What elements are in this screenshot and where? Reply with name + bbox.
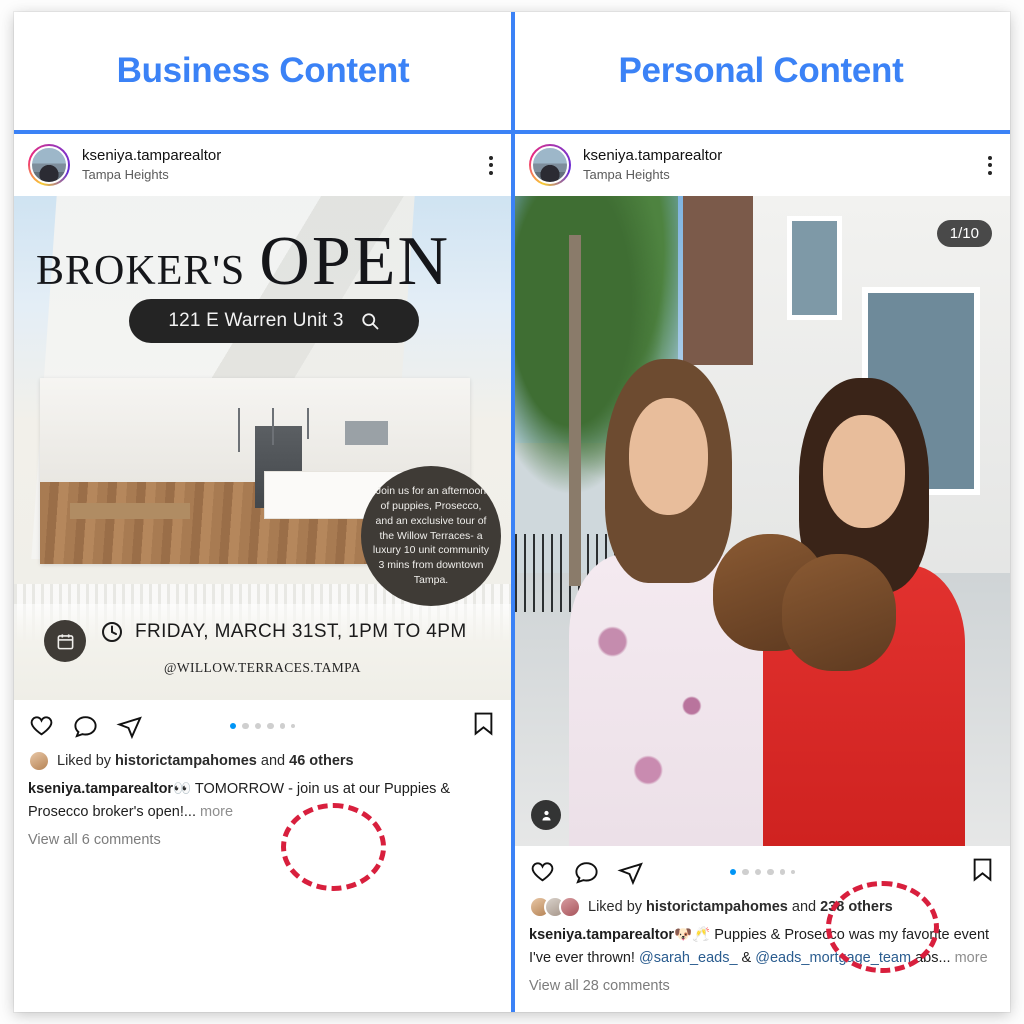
- business-post-column: kseniya.tamparealtor Tampa Heights BROKE…: [14, 134, 511, 1012]
- left-caption-username[interactable]: kseniya.tamparealtor: [28, 781, 173, 797]
- left-liker-avatars: [28, 750, 50, 772]
- left-action-bar: [14, 700, 511, 748]
- left-username[interactable]: kseniya.tamparealtor: [82, 147, 221, 166]
- heart-icon[interactable]: [529, 859, 556, 886]
- right-likes-text: Liked by historictampahomes and 238 othe…: [588, 899, 893, 915]
- avatar[interactable]: [529, 144, 571, 186]
- right-post-media[interactable]: 1/10: [515, 196, 1010, 846]
- left-location[interactable]: Tampa Heights: [82, 167, 221, 183]
- bookmark-icon[interactable]: [969, 856, 996, 883]
- right-caption-mention-2[interactable]: @eads_mortgage_team: [755, 950, 911, 966]
- person-tag-icon[interactable]: [531, 800, 561, 830]
- carousel-dot-active: [229, 722, 237, 730]
- liker-avatar: [28, 750, 50, 772]
- left-post-header: kseniya.tamparealtor Tampa Heights: [14, 134, 511, 196]
- right-likes-prefix: Liked by: [588, 899, 647, 915]
- left-likes-others[interactable]: 46 others: [289, 753, 353, 769]
- left-likes-joiner: and: [256, 753, 290, 769]
- personal-post-column: kseniya.tamparealtor Tampa Heights 1/10 …: [515, 134, 1010, 1012]
- clock-icon: [102, 622, 122, 642]
- right-view-comments-link[interactable]: View all 28 comments: [515, 971, 1010, 994]
- left-likes-prefix: Liked by: [57, 753, 116, 769]
- bookmark-icon[interactable]: [470, 710, 497, 737]
- right-caption: kseniya.tamparealtor🐶🥂 Puppies & Prosecc…: [515, 918, 1010, 971]
- left-likes-account[interactable]: historictampahomes: [115, 753, 257, 769]
- flyer-bottom-strip: [14, 604, 511, 700]
- flyer-address-pill: 121 E Warren Unit 3: [129, 299, 419, 343]
- right-likes-row: Liked by historictampahomes and 238 othe…: [515, 894, 1010, 918]
- right-caption-username[interactable]: kseniya.tamparealtor: [529, 927, 674, 943]
- right-caption-emoji: 🐶🥂: [674, 927, 711, 943]
- right-caption-tail: abs...: [911, 950, 951, 967]
- comment-bubble-icon[interactable]: [573, 859, 600, 886]
- right-liker-avatars: [529, 896, 581, 918]
- right-likes-others[interactable]: 238 others: [820, 899, 893, 915]
- right-post-header: kseniya.tamparealtor Tampa Heights: [515, 134, 1010, 196]
- left-post-media[interactable]: BROKER'S OPEN 121 E Warren Unit 3 Join u…: [14, 196, 511, 700]
- right-caption-ampersand: &: [737, 950, 756, 967]
- right-username[interactable]: kseniya.tamparealtor: [583, 147, 722, 166]
- flyer-datetime-text: FRIDAY, MARCH 31ST, 1PM TO 4PM: [135, 621, 467, 642]
- business-content-title: Business Content: [116, 51, 410, 90]
- left-caption-emoji: 👀: [173, 781, 192, 797]
- header-vertical-divider: [511, 12, 515, 130]
- right-caption-mention-1[interactable]: @sarah_eads_: [639, 950, 738, 966]
- more-options-icon[interactable]: [988, 155, 996, 175]
- right-caption-more[interactable]: more: [951, 950, 988, 966]
- right-likes-account[interactable]: historictampahomes: [646, 899, 788, 915]
- right-action-bar: [515, 846, 1010, 894]
- liker-avatar: [559, 896, 581, 918]
- flyer-address-text: 121 E Warren Unit 3: [168, 310, 344, 331]
- avatar[interactable]: [28, 144, 70, 186]
- right-likes-joiner: and: [787, 899, 821, 915]
- right-account-names: kseniya.tamparealtor Tampa Heights: [583, 147, 722, 184]
- profile-photo-icon: [531, 146, 569, 184]
- comparison-card: Business Content Personal Content kseniy…: [14, 12, 1010, 1012]
- left-account-names: kseniya.tamparealtor Tampa Heights: [82, 147, 221, 184]
- puppy-right: [782, 553, 897, 671]
- more-options-icon[interactable]: [489, 155, 497, 175]
- flyer-title-open: OPEN: [259, 223, 451, 300]
- flyer-event-note-text: Join us for an afternoon of puppies, Pro…: [372, 484, 490, 587]
- calendar-icon: [44, 620, 86, 662]
- personal-content-title: Personal Content: [618, 51, 904, 90]
- share-paperplane-icon[interactable]: [617, 859, 644, 886]
- left-likes-text: Liked by historictampahomes and 46 other…: [57, 753, 354, 769]
- carousel-counter-badge: 1/10: [936, 220, 992, 247]
- screenshot-canvas: Business Content Personal Content kseniy…: [0, 0, 1024, 1024]
- left-view-comments-link[interactable]: View all 6 comments: [14, 825, 511, 848]
- flyer-title: BROKER'S OPEN: [36, 222, 495, 302]
- right-location[interactable]: Tampa Heights: [583, 167, 722, 183]
- header-cell-personal: Personal Content: [512, 12, 1010, 130]
- profile-photo-icon: [30, 146, 68, 184]
- share-paperplane-icon[interactable]: [116, 713, 143, 740]
- flyer-datetime-row: FRIDAY, MARCH 31ST, 1PM TO 4PM: [100, 620, 501, 644]
- flyer-title-brokers: BROKER'S: [36, 248, 246, 294]
- comment-bubble-icon[interactable]: [72, 713, 99, 740]
- left-caption-more[interactable]: more: [196, 804, 233, 820]
- flyer-event-note-circle: Join us for an afternoon of puppies, Pro…: [361, 466, 501, 606]
- carousel-dot-active: [729, 868, 737, 876]
- header-cell-business: Business Content: [14, 12, 512, 130]
- magnifier-icon: [361, 313, 379, 330]
- flyer-handle-text: @WILLOW.TERRACES.TAMPA: [164, 660, 361, 675]
- heart-icon[interactable]: [28, 713, 55, 740]
- left-likes-row: Liked by historictampahomes and 46 other…: [14, 748, 511, 772]
- posts-row: kseniya.tamparealtor Tampa Heights BROKE…: [14, 134, 1010, 1012]
- left-caption: kseniya.tamparealtor👀 TOMORROW - join us…: [14, 772, 511, 825]
